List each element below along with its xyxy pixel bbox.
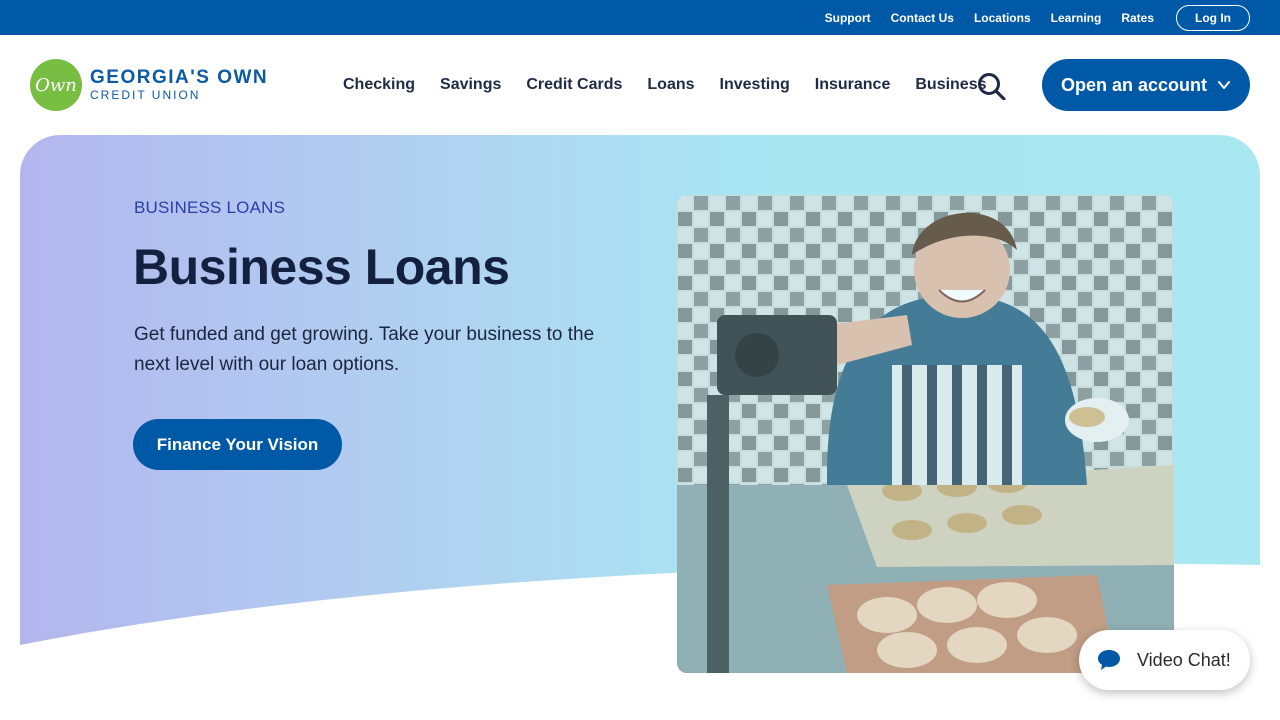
- utility-link-rates[interactable]: Rates: [1121, 11, 1154, 25]
- chat-bubble-icon: [1098, 650, 1120, 670]
- video-chat-label: Video Chat!: [1137, 649, 1231, 670]
- utility-link-locations[interactable]: Locations: [974, 11, 1031, 25]
- main-header: Own GEORGIA'S OWN CREDIT UNION Checking …: [0, 35, 1280, 135]
- logo-subname: CREDIT UNION: [90, 88, 201, 102]
- hero-eyebrow: BUSINESS LOANS: [134, 198, 286, 217]
- login-button[interactable]: Log In: [1176, 4, 1250, 31]
- utility-link-contact-us[interactable]: Contact Us: [891, 11, 954, 25]
- utility-link-support[interactable]: Support: [825, 11, 871, 25]
- hero-description: Get funded and get growing. Take your bu…: [134, 324, 595, 375]
- nav-item-insurance[interactable]: Insurance: [815, 76, 891, 94]
- open-account-button[interactable]: Open an account: [1042, 59, 1250, 111]
- main-nav: Checking Savings Credit Cards Loans Inve…: [343, 35, 1012, 135]
- finance-your-vision-button[interactable]: Finance Your Vision: [133, 419, 342, 470]
- utility-links: Support Contact Us Locations Learning Ra…: [805, 0, 1250, 35]
- logo-mark: Own: [30, 59, 82, 111]
- hero-image: [677, 195, 1174, 673]
- nav-item-loans[interactable]: Loans: [647, 76, 694, 94]
- baker-photo-icon: [677, 195, 1174, 673]
- open-account-label: Open an account: [1060, 74, 1208, 95]
- nav-item-savings[interactable]: Savings: [440, 76, 501, 94]
- video-chat-button[interactable]: Video Chat!: [1079, 630, 1250, 690]
- logo-text: GEORGIA'S OWN CREDIT UNION: [90, 67, 269, 103]
- hero-title: Business Loans: [133, 239, 510, 295]
- search-icon[interactable]: [976, 72, 1008, 101]
- nav-item-checking[interactable]: Checking: [343, 76, 415, 94]
- logo[interactable]: Own GEORGIA'S OWN CREDIT UNION: [30, 59, 268, 111]
- logo-name: GEORGIA'S OWN: [90, 67, 269, 88]
- utility-bar: Support Contact Us Locations Learning Ra…: [0, 0, 1280, 35]
- nav-item-investing[interactable]: Investing: [720, 76, 790, 94]
- chevron-down-icon: [1218, 81, 1231, 89]
- nav-item-credit-cards[interactable]: Credit Cards: [526, 76, 622, 94]
- utility-link-learning[interactable]: Learning: [1051, 11, 1102, 25]
